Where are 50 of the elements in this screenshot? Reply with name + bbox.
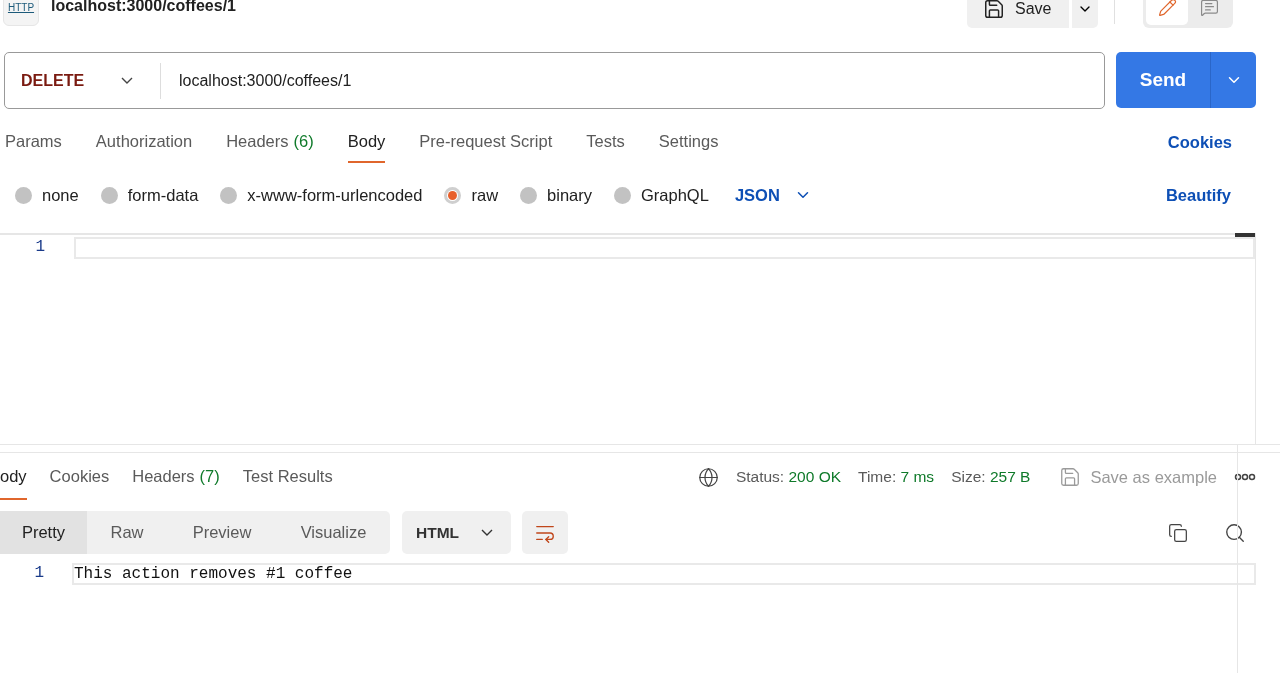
view-mode-tab[interactable]: Visualize <box>277 511 390 554</box>
copy-button[interactable] <box>1168 522 1188 543</box>
language-dropdown[interactable]: HTML <box>402 511 511 554</box>
response-tab[interactable]: Test Results <box>242 454 333 500</box>
search-icon <box>1224 521 1246 544</box>
chevron-down-icon <box>121 77 133 84</box>
pencil-button[interactable] <box>1146 0 1188 25</box>
body-type-radio[interactable]: x-www-form-urlencoded <box>220 185 423 205</box>
scroll-thumb[interactable] <box>1235 233 1255 237</box>
line-number: 1 <box>33 563 45 584</box>
response-tab[interactable]: ody <box>0 454 27 500</box>
body-editor[interactable]: 1 <box>0 233 1256 444</box>
save-menu-button[interactable] <box>1072 0 1098 28</box>
format-dropdown[interactable]: JSON <box>734 185 812 205</box>
response-tab[interactable]: Cookies <box>49 454 110 500</box>
request-tab[interactable]: Params <box>5 121 62 163</box>
body-type-radio[interactable]: raw <box>444 185 499 205</box>
response-stat: Size: 257 B <box>951 468 1031 486</box>
send-button[interactable]: Send <box>1116 52 1211 108</box>
copy-icon <box>1168 522 1188 543</box>
response-stat: Status: 200 OK <box>735 468 842 486</box>
chevron-down-icon <box>481 529 493 536</box>
response-stat: Time: 7 ms <box>858 468 935 486</box>
url-bar[interactable]: DELETE localhost:3000/coffees/1 <box>4 52 1105 109</box>
request-tab[interactable]: Authorization <box>95 121 193 163</box>
comment-icon <box>1199 0 1219 17</box>
request-tab[interactable]: Headers (6) <box>226 121 314 163</box>
method-dropdown[interactable]: DELETE <box>5 62 161 99</box>
view-mode-tab[interactable]: Preview <box>167 511 277 554</box>
cookies-link[interactable]: Cookies <box>1167 121 1232 163</box>
view-mode-tab[interactable]: Raw <box>87 511 167 554</box>
request-tab[interactable]: Body <box>347 121 386 163</box>
body-type-radio[interactable]: none <box>15 185 79 205</box>
request-tab[interactable]: Settings <box>658 121 719 163</box>
view-mode-tab[interactable]: Pretty <box>0 511 87 554</box>
globe-icon[interactable] <box>697 466 719 488</box>
body-type-radio[interactable]: form-data <box>100 185 199 205</box>
body-type-radio[interactable]: binary <box>520 185 592 205</box>
request-tab[interactable]: Tests <box>586 121 625 163</box>
line-number: 1 <box>34 237 46 258</box>
response-tab[interactable]: Headers (7) <box>132 454 220 500</box>
request-title: localhost:3000/coffees/1 <box>51 0 236 15</box>
wrap-lines-button[interactable] <box>522 511 568 554</box>
body-type-radio[interactable]: GraphQL <box>614 185 709 205</box>
search-button[interactable] <box>1224 521 1246 544</box>
save-button[interactable]: Save <box>967 0 1069 28</box>
http-badge: HTTP <box>3 0 39 26</box>
pencil-icon <box>1157 0 1177 17</box>
request-tab[interactable]: Pre-request Script <box>419 121 553 163</box>
beautify-link[interactable]: Beautify <box>1165 185 1231 205</box>
